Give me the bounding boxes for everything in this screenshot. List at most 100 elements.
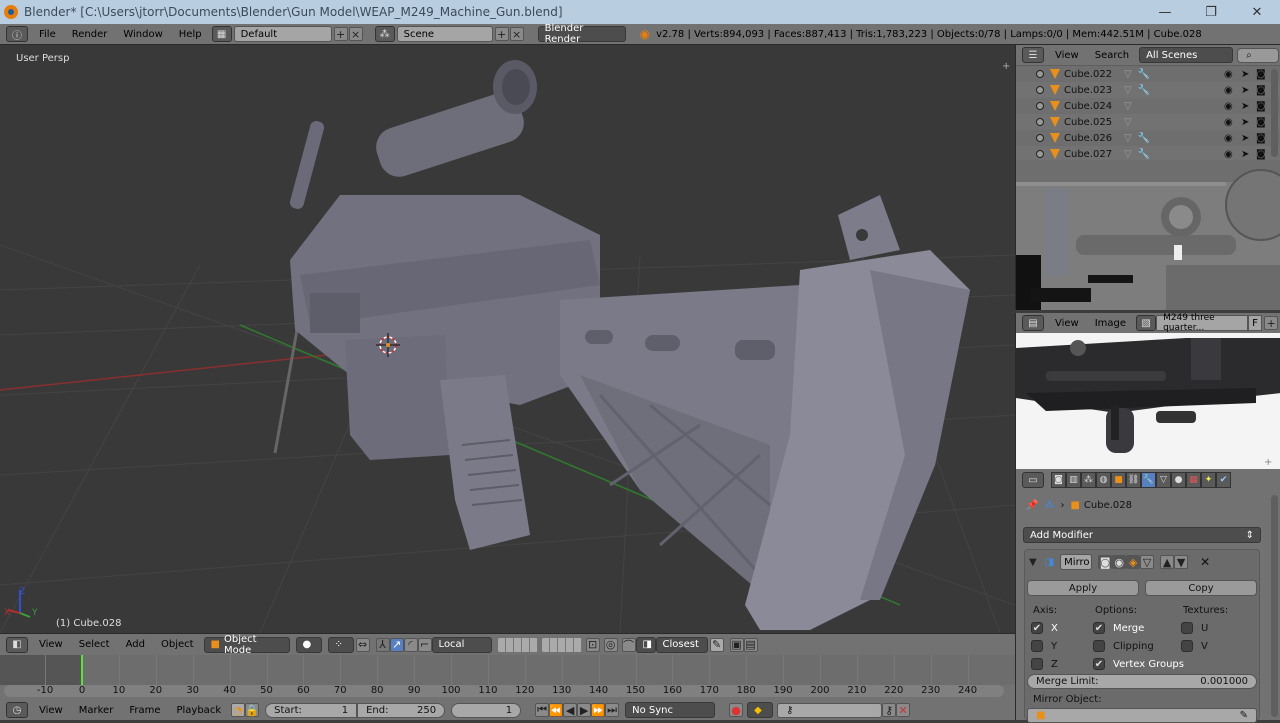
menu-view[interactable]: View	[31, 639, 71, 650]
outliner-item-name[interactable]: Cube.023	[1064, 85, 1114, 96]
delete-layout-icon[interactable]: ×	[348, 27, 363, 41]
delete-scene-icon[interactable]: ×	[509, 27, 524, 41]
start-frame-field[interactable]: Start: 1	[265, 702, 358, 718]
delete-keyframe-icon[interactable]: ✕	[896, 703, 911, 717]
tab-physics[interactable]: ✔	[1216, 472, 1231, 488]
tab-scene[interactable]: ⁂	[1081, 472, 1096, 488]
properties-scrollbar[interactable]	[1271, 495, 1278, 717]
minimize-button[interactable]: —	[1142, 0, 1188, 24]
timeline-area[interactable]	[0, 655, 1015, 685]
lock-range-icon[interactable]: 🔒	[245, 703, 260, 717]
image-name-field[interactable]: M249 three quarter...	[1156, 313, 1249, 333]
lock-layers-icon[interactable]: ⊡	[585, 637, 600, 652]
outliner-item[interactable]: Cube.023 ▽ 🔧 ◉ ➤ ◙	[1016, 82, 1280, 98]
snap-target-dropdown[interactable]: Closest	[655, 636, 708, 653]
outliner-item-name[interactable]: Cube.027	[1064, 149, 1114, 160]
pin-icon[interactable]: 📌	[1026, 500, 1038, 511]
render-engine-dropdown[interactable]: Blender Render	[537, 23, 626, 45]
textures-checkbox-v[interactable]: V	[1181, 637, 1208, 655]
render-toggle-icon[interactable]: ◙	[1098, 555, 1113, 569]
add-modifier-dropdown[interactable]: Add Modifier ⇕	[1023, 527, 1261, 543]
outliner-item[interactable]: Cube.025 ▽ ◉ ➤ ◙	[1016, 114, 1280, 130]
axis-checkbox-z[interactable]: Z	[1031, 655, 1058, 673]
new-image-icon[interactable]: +	[1264, 316, 1279, 330]
opengl-render-animation-icon[interactable]: ▤	[743, 637, 758, 652]
play-reverse-icon[interactable]: ◀	[563, 703, 578, 717]
move-up-icon[interactable]: ▲	[1160, 555, 1175, 569]
modifier-wrench-icon[interactable]: 🔧	[1138, 69, 1150, 80]
eyedropper-icon[interactable]: ✎	[1240, 710, 1248, 721]
editor-type-info-button[interactable]: ⓘ	[6, 26, 28, 42]
jump-end-icon[interactable]: ⏭	[605, 703, 620, 717]
tab-modifiers[interactable]: 🔧	[1141, 472, 1156, 488]
checkbox-icon[interactable]	[1093, 640, 1105, 652]
add-layout-icon[interactable]: +	[333, 27, 348, 41]
visibility-eye-icon[interactable]: ◉	[1224, 101, 1233, 112]
jump-keyframe-back-icon[interactable]: ⏪	[549, 703, 564, 717]
outliner-item[interactable]: Cube.024 ▽ ◉ ➤ ◙	[1016, 98, 1280, 114]
visibility-eye-icon[interactable]: ◉	[1224, 133, 1233, 144]
menu-image-view[interactable]: View	[1047, 318, 1087, 329]
checkbox-icon[interactable]: ✔	[1093, 622, 1105, 634]
modifier-wrench-icon[interactable]: 🔧	[1138, 133, 1150, 144]
checkbox-icon[interactable]	[1181, 622, 1193, 634]
menu-tl-view[interactable]: View	[31, 705, 71, 716]
axis-checkbox-y[interactable]: Y	[1031, 637, 1058, 655]
mesh-data-icon[interactable]: ▽	[1124, 149, 1132, 160]
tab-texture[interactable]: ▦	[1186, 472, 1201, 488]
options-checkbox-merge[interactable]: ✔ Merge	[1093, 619, 1184, 637]
mesh-data-icon[interactable]: ▽	[1124, 117, 1132, 128]
checkbox-icon[interactable]: ✔	[1093, 658, 1105, 670]
outliner-item-name[interactable]: Cube.025	[1064, 117, 1114, 128]
menu-outliner-view[interactable]: View	[1047, 50, 1087, 61]
menu-object[interactable]: Object	[153, 639, 202, 650]
editor-type-outliner-button[interactable]: ☰	[1022, 47, 1044, 63]
transform-orientation-dropdown[interactable]: Local	[431, 636, 492, 653]
editor-type-image-button[interactable]: ▤	[1022, 315, 1044, 331]
move-down-icon[interactable]: ▼	[1174, 555, 1189, 569]
scale-manipulator-icon[interactable]: ⌐	[417, 637, 432, 652]
options-checkbox-clipping[interactable]: Clipping	[1093, 637, 1184, 655]
expand-toggle-icon[interactable]	[1036, 150, 1044, 158]
mirror-object-field[interactable]: ■ ✎	[1027, 708, 1257, 723]
collapse-triangle-icon[interactable]: ▼	[1029, 557, 1037, 568]
pivot-point-dropdown[interactable]: ⁘	[327, 636, 354, 653]
layers-block-2[interactable]	[541, 637, 582, 652]
add-scene-icon[interactable]: +	[494, 27, 509, 41]
proportional-edit-icon[interactable]: ◎	[603, 637, 618, 652]
renderability-camera-icon[interactable]: ◙	[1256, 101, 1266, 112]
image-region-toggle-icon[interactable]: +	[1264, 457, 1272, 468]
fake-user-button[interactable]: F	[1248, 315, 1263, 331]
play-icon[interactable]: ▶	[577, 703, 592, 717]
renderability-camera-icon[interactable]: ◙	[1256, 149, 1266, 160]
properties-region-toggle-icon[interactable]: +	[1002, 61, 1010, 72]
close-button[interactable]: ✕	[1234, 0, 1280, 24]
selectability-cursor-icon[interactable]: ➤	[1241, 85, 1249, 96]
menu-file[interactable]: File	[31, 29, 64, 40]
tab-constraints[interactable]: ⛓	[1126, 472, 1141, 488]
menu-marker[interactable]: Marker	[71, 705, 122, 716]
mesh-data-icon[interactable]: ▽	[1124, 85, 1132, 96]
copy-button[interactable]: Copy	[1145, 580, 1257, 596]
tab-render-layers[interactable]: ▥	[1066, 472, 1081, 488]
scene-name-field[interactable]: Scene	[396, 26, 493, 42]
auto-keyframe-record-icon[interactable]: ●	[729, 703, 744, 717]
viewport-toggle-icon[interactable]: ◉	[1112, 555, 1127, 569]
menu-render[interactable]: Render	[64, 29, 116, 40]
end-frame-field[interactable]: End: 250	[357, 702, 446, 718]
mesh-data-icon[interactable]: ▽	[1124, 101, 1132, 112]
tab-data[interactable]: ▽	[1156, 472, 1171, 488]
keying-mode-dropdown[interactable]: ◆	[747, 702, 774, 718]
tab-world[interactable]: ◍	[1096, 472, 1111, 488]
selectability-cursor-icon[interactable]: ➤	[1241, 69, 1249, 80]
outliner-item[interactable]: Cube.026 ▽ 🔧 ◉ ➤ ◙	[1016, 130, 1280, 146]
tab-material[interactable]: ●	[1171, 472, 1186, 488]
keying-set-field[interactable]: ⚷	[777, 702, 883, 718]
options-checkbox-vertex-groups[interactable]: ✔ Vertex Groups	[1093, 655, 1184, 673]
selectability-cursor-icon[interactable]: ➤	[1241, 117, 1249, 128]
align-rotation-icon[interactable]: ✎	[709, 637, 724, 652]
outliner-item-name[interactable]: Cube.022	[1064, 69, 1114, 80]
menu-image[interactable]: Image	[1087, 318, 1134, 329]
timeline[interactable]: -10 0 10 20 30 40 50 60 70 80 90 100 110 120 130 140 150…	[0, 655, 1015, 700]
visibility-eye-icon[interactable]: ◉	[1224, 85, 1233, 96]
